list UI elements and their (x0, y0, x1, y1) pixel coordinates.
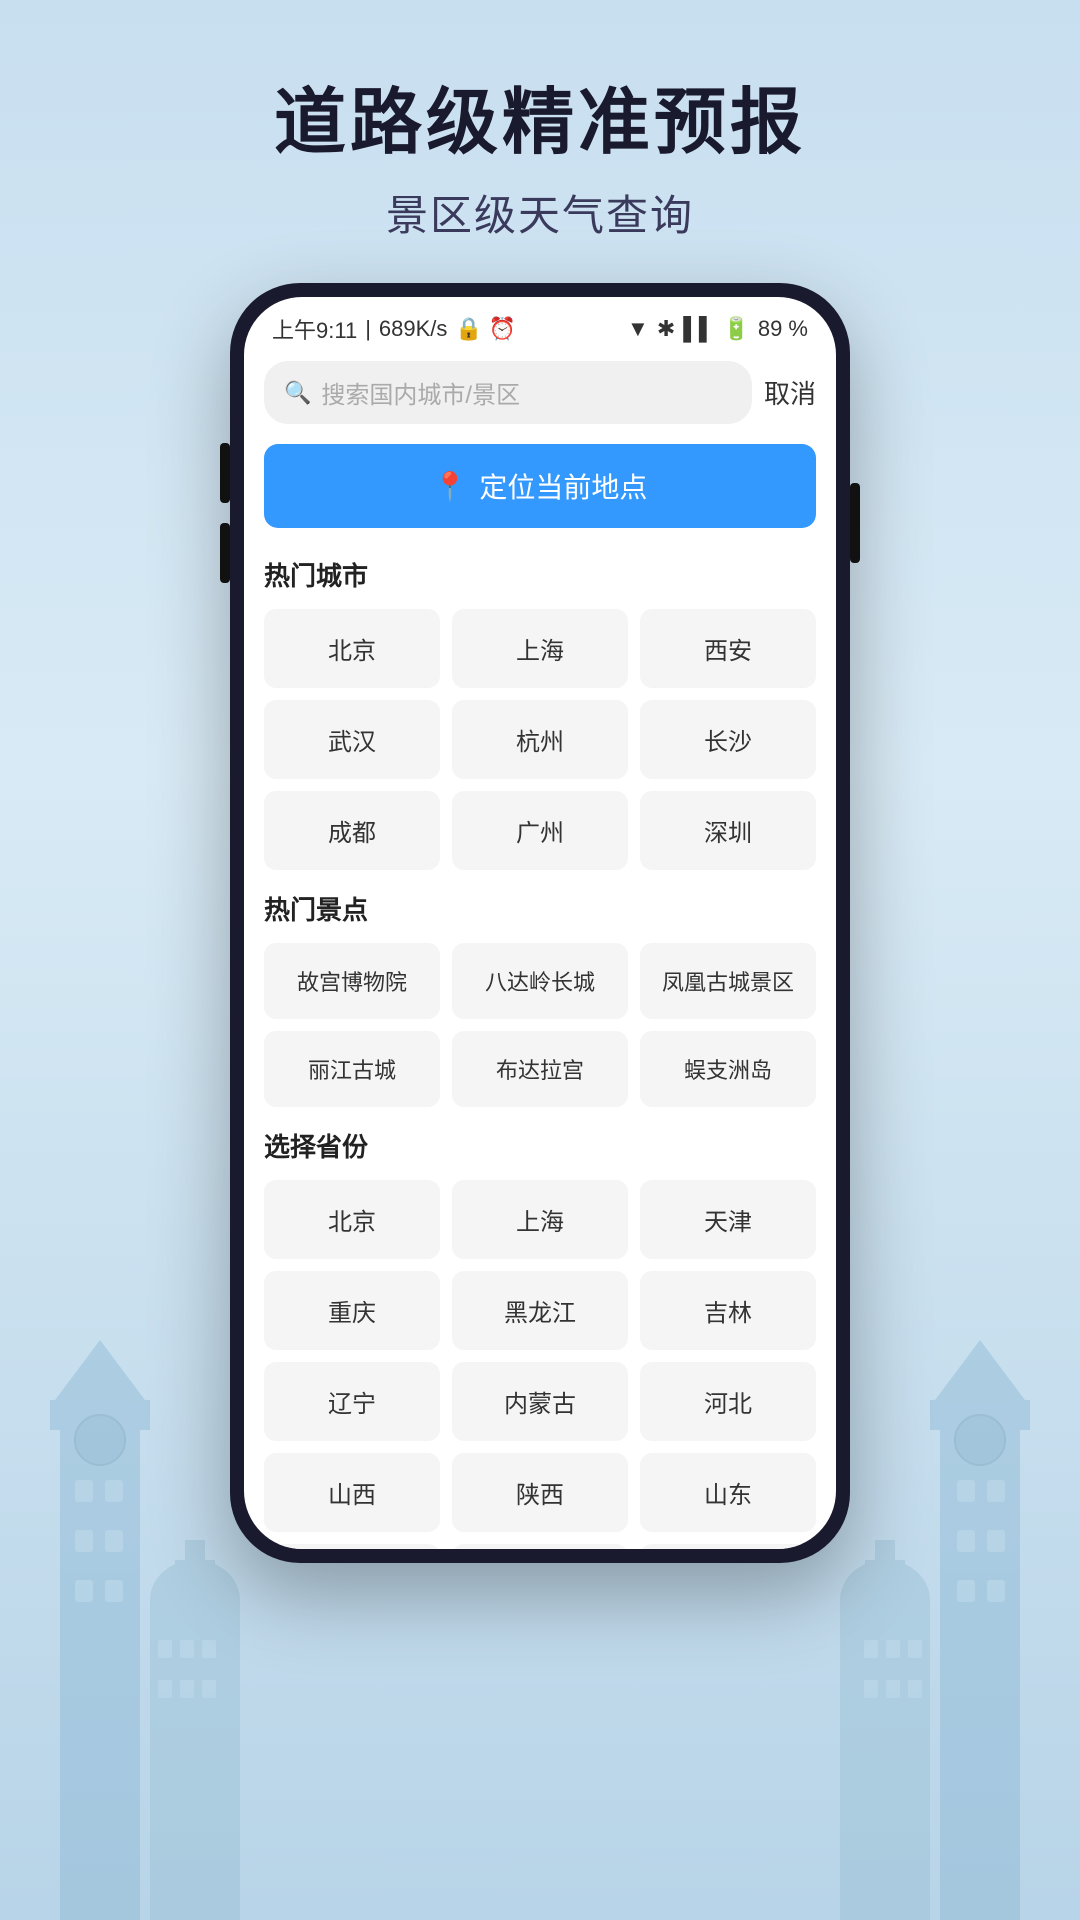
city-left-svg (0, 1320, 260, 1920)
page-root: 道路级精准预报 景区级天气查询 (0, 0, 1080, 1920)
phone-mockup: 上午9:11 | 689K/s 🔒 ⏰ ▼ ✱ ▌▌ 🔋 89 % (230, 283, 850, 1563)
signal-icon: ▌▌ (683, 316, 714, 342)
location-button-label: 定位当前地点 (479, 466, 647, 506)
province-chip[interactable]: 内蒙古 (452, 1362, 628, 1441)
province-chip[interactable]: 陕西 (452, 1453, 628, 1532)
phone-outer: 上午9:11 | 689K/s 🔒 ⏰ ▼ ✱ ▌▌ 🔋 89 % (230, 283, 850, 1563)
search-icon: 🔍 (284, 380, 311, 406)
province-chip[interactable]: 西藏 (452, 1544, 628, 1549)
city-chip[interactable]: 西安 (640, 609, 816, 688)
hero-section: 道路级精准预报 景区级天气查询 (274, 0, 806, 243)
attraction-chip[interactable]: 布达拉宫 (452, 1031, 628, 1107)
city-chip[interactable]: 深圳 (640, 791, 816, 870)
search-placeholder: 搜索国内城市/景区 (321, 375, 520, 410)
attraction-chip[interactable]: 凤凰古城景区 (640, 943, 816, 1019)
hot-attractions-grid: 故宫博物院八达岭长城凤凰古城景区丽江古城布达拉宫蜈支洲岛 (264, 943, 816, 1107)
status-time: 上午9:11 (272, 313, 357, 345)
province-chip[interactable]: 重庆 (264, 1271, 440, 1350)
provinces-grid: 北京上海天津重庆黑龙江吉林辽宁内蒙古河北山西陕西山东新疆 西藏 青海 (264, 1180, 816, 1549)
location-pin-icon: 📍 (433, 470, 468, 503)
province-chip[interactable]: 山东 (640, 1453, 816, 1532)
city-chip[interactable]: 成都 (264, 791, 440, 870)
status-bar: 上午9:11 | 689K/s 🔒 ⏰ ▼ ✱ ▌▌ 🔋 89 % (244, 297, 836, 353)
scroll-content: 热门城市 北京上海西安武汉杭州长沙成都广州深圳 热门景点 故宫博物院八达岭长城凤… (244, 548, 836, 1549)
province-chip[interactable]: 上海 (452, 1180, 628, 1259)
province-chip[interactable]: 黑龙江 (452, 1271, 628, 1350)
hero-title: 道路级精准预报 (274, 80, 806, 166)
power-button (850, 483, 860, 563)
province-chip[interactable]: 青海 (640, 1544, 816, 1549)
province-chip[interactable]: 天津 (640, 1180, 816, 1259)
status-icons: 🔒 ⏰ (455, 316, 516, 342)
status-speed: 689K/s (379, 316, 448, 342)
attraction-chip[interactable]: 蜈支洲岛 (640, 1031, 816, 1107)
attraction-chip[interactable]: 故宫博物院 (264, 943, 440, 1019)
city-chip[interactable]: 北京 (264, 609, 440, 688)
attraction-chip[interactable]: 丽江古城 (264, 1031, 440, 1107)
status-network: | (365, 316, 371, 342)
province-chip[interactable]: 新疆 (264, 1544, 440, 1549)
wifi-icon: ▼ (627, 316, 649, 342)
provinces-title: 选择省份 (264, 1127, 816, 1164)
battery-percent: 89 % (758, 316, 808, 342)
search-bar-wrapper: 🔍 搜索国内城市/景区 取消 (244, 353, 836, 436)
city-chip[interactable]: 杭州 (452, 700, 628, 779)
city-chip[interactable]: 武汉 (264, 700, 440, 779)
volume-up-button (220, 443, 230, 503)
battery-icon: 🔋 (722, 316, 749, 342)
status-right: ▼ ✱ ▌▌ 🔋 89 % (627, 316, 808, 342)
province-chip[interactable]: 山西 (264, 1453, 440, 1532)
hero-subtitle: 景区级天气查询 (274, 182, 806, 243)
province-chip[interactable]: 北京 (264, 1180, 440, 1259)
phone-screen: 上午9:11 | 689K/s 🔒 ⏰ ▼ ✱ ▌▌ 🔋 89 % (244, 297, 836, 1549)
hot-cities-grid: 北京上海西安武汉杭州长沙成都广州深圳 (264, 609, 816, 870)
bluetooth-icon: ✱ (657, 316, 675, 342)
volume-down-button (220, 523, 230, 583)
city-chip[interactable]: 上海 (452, 609, 628, 688)
search-input-box[interactable]: 🔍 搜索国内城市/景区 (264, 361, 752, 424)
city-chip[interactable]: 广州 (452, 791, 628, 870)
cancel-button[interactable]: 取消 (764, 374, 816, 411)
attraction-chip[interactable]: 八达岭长城 (452, 943, 628, 1019)
province-chip[interactable]: 河北 (640, 1362, 816, 1441)
city-right-svg (820, 1320, 1080, 1920)
hot-attractions-title: 热门景点 (264, 890, 816, 927)
status-left: 上午9:11 | 689K/s 🔒 ⏰ (272, 313, 516, 345)
hot-cities-title: 热门城市 (264, 556, 816, 593)
province-chip[interactable]: 辽宁 (264, 1362, 440, 1441)
location-button[interactable]: 📍 定位当前地点 (264, 444, 816, 528)
city-chip[interactable]: 长沙 (640, 700, 816, 779)
province-chip[interactable]: 吉林 (640, 1271, 816, 1350)
